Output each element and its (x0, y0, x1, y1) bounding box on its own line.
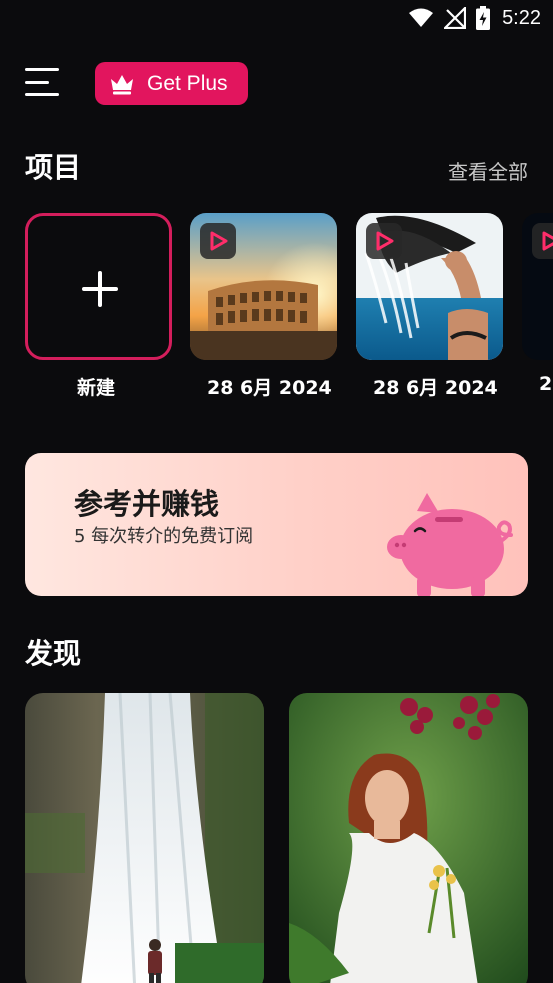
referral-banner[interactable]: 参考并赚钱 5 每次转介的免费订阅 (25, 453, 528, 596)
project-date-3: 28 (539, 373, 553, 395)
video-badge-icon (366, 223, 402, 259)
woman-flowers-image (289, 693, 528, 983)
battery-charging-icon (476, 6, 491, 30)
no-signal-icon (444, 7, 467, 29)
projects-title: 项目 (25, 151, 82, 184)
discover-title: 发现 (25, 637, 82, 670)
referral-title: 参考并赚钱 (74, 487, 220, 521)
get-plus-button[interactable]: Get Plus (95, 62, 248, 105)
project-date-1: 28 6月 2024 (207, 377, 332, 399)
new-project-button[interactable] (25, 213, 172, 360)
video-badge-icon (200, 223, 236, 259)
wifi-icon (409, 8, 434, 27)
view-all-link[interactable]: 查看全部 (448, 156, 528, 185)
referral-subtitle: 5 每次转介的免费订阅 (74, 526, 254, 547)
waterfall-image (25, 693, 264, 983)
new-project-label: 新建 (77, 377, 116, 399)
project-thumbnail-2[interactable] (356, 213, 503, 360)
home-screen: 5:22 Get Plus 项目 查看全部 新建 28 6月 2024 28 6… (0, 0, 553, 983)
crown-icon (111, 74, 133, 94)
video-badge-icon (532, 223, 553, 259)
projects-row: 新建 28 6月 2024 28 6月 2024 2 (25, 213, 553, 403)
discover-card-1[interactable] (25, 693, 264, 983)
piggy-bank-icon (387, 493, 513, 596)
status-icons: 5:22 (408, 6, 541, 30)
project-thumbnail-1[interactable] (190, 213, 337, 360)
project-thumbnail-3[interactable] (522, 213, 553, 360)
status-time: 5:22 (502, 6, 541, 29)
project-date-2: 28 6月 2024 (373, 377, 498, 399)
get-plus-label: Get Plus (147, 71, 228, 95)
discover-card-2[interactable] (289, 693, 528, 983)
hamburger-menu-icon[interactable] (25, 68, 61, 96)
status-bar: 5:22 (0, 0, 553, 38)
